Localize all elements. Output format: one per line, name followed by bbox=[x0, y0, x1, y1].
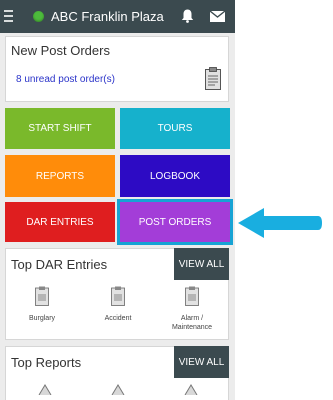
tours-button[interactable]: TOURS bbox=[120, 108, 230, 149]
logbook-button[interactable]: LOGBOOK bbox=[120, 155, 230, 197]
post-orders-button[interactable]: POST ORDERS bbox=[117, 199, 233, 245]
report-icon[interactable] bbox=[111, 383, 125, 395]
reports-button[interactable]: REPORTS bbox=[5, 155, 115, 197]
clipboard-icon bbox=[205, 67, 221, 90]
start-shift-button[interactable]: START SHIFT bbox=[5, 108, 115, 149]
clipboard-icon bbox=[111, 286, 125, 306]
status-indicator-icon bbox=[33, 11, 44, 22]
bell-icon[interactable] bbox=[181, 9, 194, 23]
clipboard-icon bbox=[35, 286, 49, 306]
view-all-dar-button[interactable]: VIEW ALL bbox=[174, 248, 229, 280]
entry-label: Accident bbox=[104, 315, 132, 322]
report-icon[interactable] bbox=[184, 383, 198, 395]
dar-entry-accident[interactable]: Accident bbox=[88, 286, 148, 323]
dar-entries-button[interactable]: DAR ENTRIES bbox=[5, 202, 115, 242]
dar-entry-alarm-maintenance[interactable]: Alarm / Maintenance bbox=[162, 286, 222, 332]
section-title: Top Reports bbox=[11, 355, 82, 370]
unread-post-orders-link[interactable]: 8 unread post order(s) bbox=[16, 74, 115, 85]
card-title: New Post Orders bbox=[11, 43, 110, 58]
top-dar-entries-section: Top DAR Entries VIEW ALL Burglary Accide… bbox=[5, 248, 229, 340]
entry-label: Burglary bbox=[28, 315, 56, 322]
phone-screen: ABC Franklin Plaza New Post Orders 8 unr… bbox=[0, 0, 235, 400]
mail-icon[interactable] bbox=[210, 11, 225, 22]
top-app-bar: ABC Franklin Plaza bbox=[0, 0, 235, 33]
dar-entry-burglary[interactable]: Burglary bbox=[12, 286, 72, 323]
top-reports-section: Top Reports VIEW ALL bbox=[5, 346, 229, 400]
report-icon[interactable] bbox=[38, 383, 52, 395]
section-title: Top DAR Entries bbox=[11, 257, 108, 272]
new-post-orders-card[interactable]: New Post Orders 8 unread post order(s) bbox=[5, 36, 229, 102]
entry-label: Alarm / Maintenance bbox=[171, 315, 213, 331]
menu-icon[interactable] bbox=[4, 10, 13, 22]
site-title: ABC Franklin Plaza bbox=[51, 9, 164, 24]
pointer-arrow-icon bbox=[238, 208, 322, 238]
clipboard-icon bbox=[185, 286, 199, 306]
view-all-reports-button[interactable]: VIEW ALL bbox=[174, 346, 229, 378]
